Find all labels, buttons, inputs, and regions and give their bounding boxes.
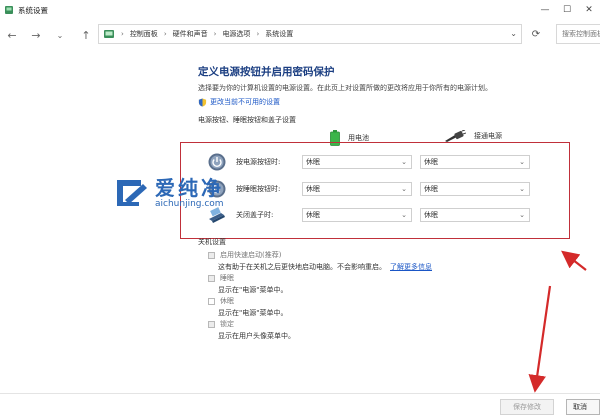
annotation-arrow-down	[528, 285, 552, 393]
annotation-arrows	[528, 250, 587, 393]
annotation-arrow-right	[561, 250, 587, 271]
watermark-logo: 爱纯净 aichunjing.com	[113, 176, 224, 210]
watermark-chinese: 爱纯净	[155, 176, 224, 200]
watermark-logo-icon	[117, 180, 147, 206]
watermark-domain: aichunjing.com	[155, 199, 224, 209]
